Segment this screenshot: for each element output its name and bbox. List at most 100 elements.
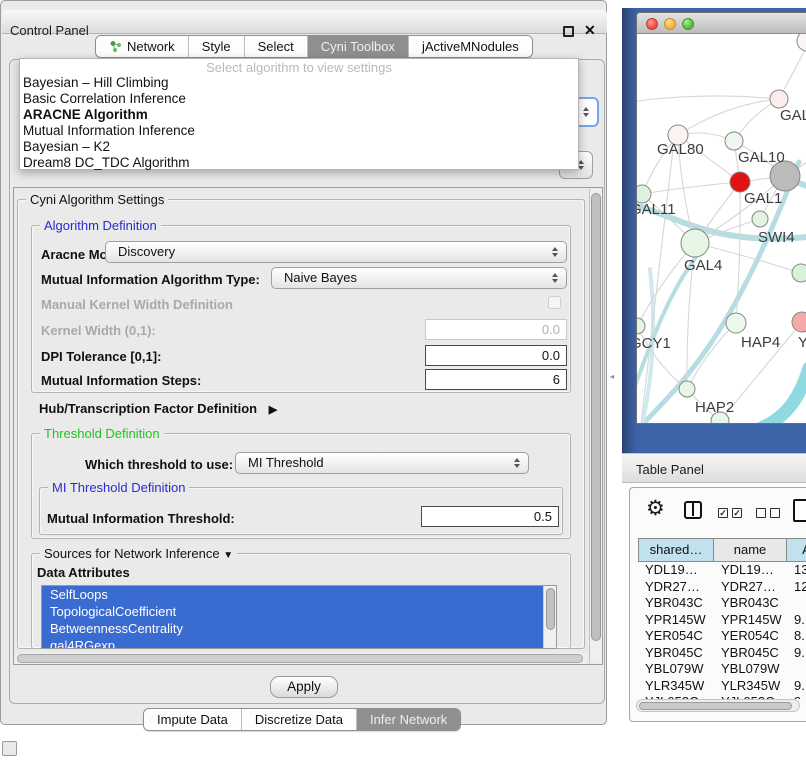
- aracne-mode-select[interactable]: Discovery: [105, 241, 567, 263]
- node-HAP4[interactable]: [726, 313, 746, 333]
- spinner-arrows-icon: [552, 247, 558, 257]
- table-cell: YBR045C: [714, 645, 787, 662]
- algorithm-option[interactable]: Mutual Information Inference: [20, 123, 578, 139]
- tab-jactivemnodules[interactable]: jActiveMNodules: [408, 36, 532, 57]
- graph-edge[interactable]: [687, 323, 736, 389]
- node-SWI4[interactable]: [752, 211, 768, 227]
- network-graph-canvas[interactable]: GALGAL80GAL10GAL1GAL11SWI4GAL4GCY1HAP4YH…: [637, 34, 806, 424]
- tab-network[interactable]: Network: [96, 36, 188, 57]
- hub-section-label[interactable]: Hub/Transcription Factor Definition ▶: [39, 401, 277, 416]
- close-icon[interactable]: ✕: [584, 22, 596, 39]
- gear-icon[interactable]: ⚙: [646, 497, 665, 521]
- mi-algorithm-type-select[interactable]: Naive Bayes: [271, 267, 567, 289]
- table-row[interactable]: YLR345WYLR345W9.: [638, 678, 806, 695]
- graph-edge[interactable]: [641, 140, 674, 424]
- node-Y-pink[interactable]: [792, 312, 806, 332]
- tab-select[interactable]: Select: [244, 36, 307, 57]
- table-panel-titlebar[interactable]: Table Panel: [622, 453, 806, 483]
- tab-discretize-data[interactable]: Discretize Data: [241, 709, 356, 730]
- data-attribute-item[interactable]: TopologicalCoefficient: [42, 603, 545, 620]
- network-window-titlebar[interactable]: [637, 13, 806, 34]
- data-attribute-item[interactable]: BetweennessCentrality: [42, 620, 545, 637]
- unchecked-box-icon[interactable]: [770, 508, 780, 518]
- tab-infer-network[interactable]: Infer Network: [356, 709, 460, 730]
- collapsed-panel-icon[interactable]: [2, 741, 17, 756]
- node-GCY1[interactable]: [637, 318, 645, 334]
- node-green-r[interactable]: [792, 264, 806, 282]
- table-rows: YDL19…YDL19…13YDR27…YDR27…12YBR043CYBR04…: [638, 562, 806, 699]
- table-horizontal-scrollbar[interactable]: [636, 699, 800, 712]
- algorithm-option[interactable]: ARACNE Algorithm: [20, 107, 578, 123]
- table-cell: YER054C: [638, 628, 714, 645]
- kernel-width-field[interactable]: 0.0: [425, 319, 567, 340]
- graph-edge[interactable]: [637, 96, 779, 101]
- table-row[interactable]: YER054CYER054C8.: [638, 628, 806, 645]
- horizontal-scrollbar[interactable]: [15, 653, 587, 664]
- algorithm-option[interactable]: Bayesian – Hill Climbing: [20, 75, 578, 91]
- control-panel-titlebar[interactable]: Control Panel ✕: [2, 10, 607, 34]
- spinner-arrows-icon: [514, 458, 520, 468]
- node-HAP2[interactable]: [679, 381, 695, 397]
- column-header-3[interactable]: A: [787, 538, 806, 562]
- hub-section-text: Hub/Transcription Factor Definition: [39, 401, 257, 416]
- table-scrollbar-thumb[interactable]: [639, 702, 792, 710]
- graph-edge[interactable]: [642, 182, 740, 194]
- table-cell: YBL079W: [638, 661, 714, 678]
- graph-edge[interactable]: [637, 243, 695, 326]
- mi-threshold-field[interactable]: 0.5: [421, 506, 559, 527]
- minimize-traffic-light-icon[interactable]: [664, 18, 676, 30]
- table-row[interactable]: YBR045CYBR045C9.: [638, 645, 806, 662]
- checked-box-icon[interactable]: ✓: [732, 508, 742, 518]
- file-icon[interactable]: [793, 499, 806, 522]
- table-row[interactable]: YDL19…YDL19…13: [638, 562, 806, 579]
- vertical-scrollbar-thumb[interactable]: [591, 193, 601, 641]
- tab-style[interactable]: Style: [188, 36, 244, 57]
- table-panel-body: ⚙ ✓ ✓ shared…nameA YDL19…YDL19…13YDR27…Y…: [629, 487, 806, 722]
- manual-kernel-width-checkbox[interactable]: [548, 296, 561, 309]
- table-row[interactable]: YPR145WYPR145W9.: [638, 612, 806, 629]
- node-cut-top[interactable]: [797, 34, 806, 51]
- apply-button[interactable]: Apply: [270, 676, 338, 698]
- data-attribute-item[interactable]: gal4RGexp: [42, 637, 545, 649]
- split-columns-icon[interactable]: [684, 501, 702, 519]
- close-traffic-light-icon[interactable]: [646, 18, 658, 30]
- split-pane-handle-icon[interactable]: ◂: [610, 372, 617, 380]
- vertical-scrollbar[interactable]: [589, 189, 602, 663]
- column-header-1[interactable]: shared…: [638, 538, 714, 562]
- list-vertical-scrollbar[interactable]: [543, 586, 556, 648]
- dpi-tolerance-field[interactable]: 0.0: [425, 345, 567, 366]
- table-cell: [787, 595, 806, 612]
- tab-impute-data[interactable]: Impute Data: [144, 709, 241, 730]
- table-row[interactable]: YBR043CYBR043C: [638, 595, 806, 612]
- sources-group-title[interactable]: Sources for Network Inference ▼: [40, 546, 237, 561]
- node-GAL4[interactable]: [681, 229, 709, 257]
- horizontal-scrollbar-thumb[interactable]: [17, 654, 583, 663]
- collapse-arrow-icon[interactable]: ▼: [223, 550, 233, 561]
- data-attributes-list[interactable]: SelfLoopsTopologicalCoefficientBetweenne…: [41, 585, 557, 649]
- float-window-icon[interactable]: [563, 26, 574, 37]
- expand-arrow-icon[interactable]: ▶: [269, 404, 277, 416]
- mi-steps-field[interactable]: 6: [425, 369, 567, 390]
- graph-edge[interactable]: [678, 99, 779, 135]
- algorithm-option[interactable]: Bayesian – K2: [20, 139, 578, 155]
- table-cell: YDL19…: [714, 562, 787, 579]
- node-label-GAL10: GAL10: [738, 149, 785, 166]
- unchecked-box-icon[interactable]: [756, 508, 766, 518]
- algorithm-option[interactable]: Dream8 DC_TDC Algorithm: [20, 155, 578, 171]
- column-header-2[interactable]: name: [714, 538, 787, 562]
- node-GAL1[interactable]: [730, 172, 750, 192]
- node-GAL10[interactable]: [725, 132, 743, 150]
- control-panel-window: Control Panel ✕ galFiltered.sif default …: [0, 0, 607, 725]
- which-threshold-select[interactable]: MI Threshold: [235, 452, 529, 474]
- algorithm-option[interactable]: Basic Correlation Inference: [20, 91, 578, 107]
- tab-cyni-toolbox[interactable]: Cyni Toolbox: [307, 36, 408, 57]
- checked-box-icon[interactable]: ✓: [718, 508, 728, 518]
- data-attribute-item[interactable]: SelfLoops: [42, 586, 545, 603]
- table-row[interactable]: YDR27…YDR27…12: [638, 579, 806, 596]
- graph-edge[interactable]: [761, 368, 806, 424]
- node-GAL-cut[interactable]: [770, 90, 788, 108]
- algorithm-dropdown-items: Bayesian – Hill ClimbingBasic Correlatio…: [20, 75, 578, 171]
- list-scrollbar-thumb[interactable]: [546, 588, 555, 630]
- zoom-traffic-light-icon[interactable]: [682, 18, 694, 30]
- table-row[interactable]: YBL079WYBL079W: [638, 661, 806, 678]
